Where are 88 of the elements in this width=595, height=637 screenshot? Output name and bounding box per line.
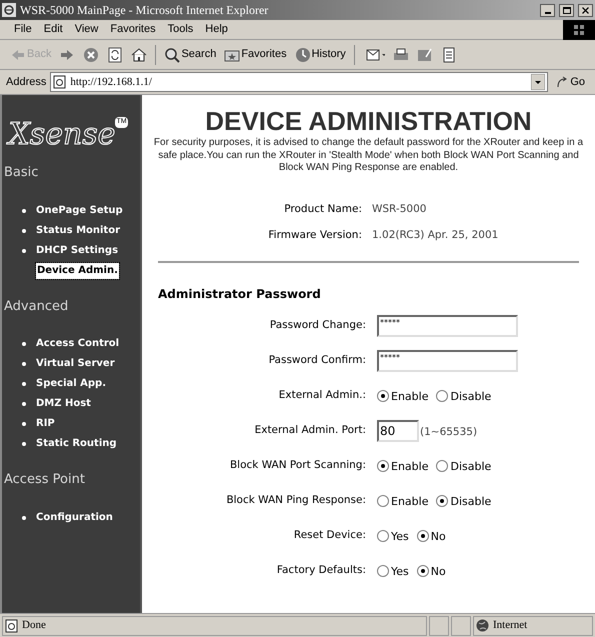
radio-button[interactable] [377,495,389,507]
go-arrow-icon [556,76,568,88]
sidebar-link[interactable]: Status Monitor [36,222,120,238]
radio-button[interactable] [436,390,448,402]
radio-button[interactable] [377,530,389,542]
menu-item[interactable]: View [68,21,104,38]
info-label: Firmware Version: [267,228,362,244]
sidebar-link[interactable]: Virtual Server [36,356,115,372]
windows-flag-icon [573,24,585,36]
page-title: DEVICE ADMINISTRATION [204,107,533,135]
go-button[interactable]: Go [552,74,589,90]
radio-button[interactable] [416,530,429,542]
field-label: External Admin. Port: [254,423,366,438]
field-label: Password Confirm: [268,353,366,368]
sidebar-section-title: Basic [3,164,40,182]
radio-label: Enable [391,494,428,510]
password-field[interactable]: ***** [377,350,518,372]
field-label: Reset Device: [292,528,366,544]
radio-button[interactable] [436,495,448,507]
radio-label: Yes [391,529,409,546]
description-text: For security purposes, it is advised to change the default password for the XRouter and keep in a safe place.You can run the XRouter in 'Stealth Mode' when both Block WAN Port Scanning and Block WAN Ping Response are enabled. [152,137,584,174]
info-label: Product Name: [283,202,362,216]
radio-label: Disable [450,459,492,476]
field-label: Password Change: [268,318,366,334]
history-button[interactable]: History [294,46,346,63]
radio-label: Enable [391,389,428,406]
menu-item[interactable]: Help [199,21,234,38]
refresh-icon[interactable] [107,46,124,62]
sidebar-link[interactable]: Access Control [36,336,120,352]
stop-icon[interactable] [83,46,100,62]
radio-label: Disable [450,494,492,510]
maximize-button[interactable] [559,4,574,16]
address-field[interactable]: http://192.168.1.1/ [50,72,548,92]
minimize-button[interactable] [540,4,555,16]
radio-label: Enable [391,459,428,476]
status-text: Done [22,618,46,634]
page-icon [53,75,66,89]
sidebar-link[interactable]: Static Routing [36,436,117,452]
search-button[interactable]: Search [164,46,216,63]
sidebar-section-title: Advanced [3,298,70,316]
favorites-button[interactable]: Favorites [224,46,287,63]
sidebar-link[interactable]: DHCP Settings [36,242,118,258]
radio-label: Yes [391,564,409,580]
zone-text: Internet [493,618,528,634]
clock-icon[interactable] [294,46,311,62]
home-icon[interactable] [131,46,148,62]
radio-label: No [430,529,446,546]
radio-button[interactable] [436,460,448,472]
sidebar-link[interactable]: Device Admin. [36,262,119,278]
field-label: Block WAN Port Scanning: [228,458,366,474]
radio-button[interactable] [416,565,429,577]
address-label: Address [6,74,46,90]
xsense-logo: Xsense [8,116,116,154]
radio-button[interactable] [377,460,389,472]
close-icon[interactable] [578,4,593,16]
field-label: Block WAN Ping Response: [225,493,366,508]
radio-label: No [430,564,446,580]
sidebar-section-title: Access Point [3,471,86,489]
sidebar-link[interactable]: Configuration [36,510,113,526]
menu-item[interactable]: Favorites [104,21,162,38]
edit-icon[interactable] [416,46,433,62]
sidebar-link[interactable]: Special App. [36,376,106,392]
dropdown-arrow-icon[interactable] [531,74,546,90]
search-icon[interactable] [164,46,180,62]
window-title: WSR-5000 MainPage - Microsoft Internet Explorer [20,2,270,19]
field-label: Factory Defaults: [276,563,366,578]
password-field[interactable]: ***** [377,315,518,337]
status-pane [429,616,449,636]
field-label: External Admin.: [278,388,366,404]
radio-button[interactable] [377,565,389,577]
document-icon[interactable] [440,46,457,62]
menu-item[interactable]: File [8,21,38,38]
printer-icon[interactable] [392,46,409,62]
sidebar-link[interactable]: DMZ Host [36,396,91,412]
section-title: Administrator Password [158,286,322,303]
menu-item[interactable]: Edit [38,21,69,38]
port-range-hint: (1~65535) [420,425,478,440]
status-pane [451,616,471,636]
page-icon [5,618,18,632]
radio-label: Disable [450,389,492,406]
port-field[interactable]: 80 [377,420,419,442]
info-value: WSR-5000 [372,202,426,216]
info-value: 1.02(RC3) Apr. 25, 2001 [372,228,498,244]
menu-item[interactable]: Tools [162,21,200,38]
sidebar-link[interactable]: OnePage Setup [36,202,123,218]
radio-button[interactable] [377,390,389,402]
sidebar-link[interactable]: RIP [36,416,55,432]
globe-icon [476,619,489,632]
